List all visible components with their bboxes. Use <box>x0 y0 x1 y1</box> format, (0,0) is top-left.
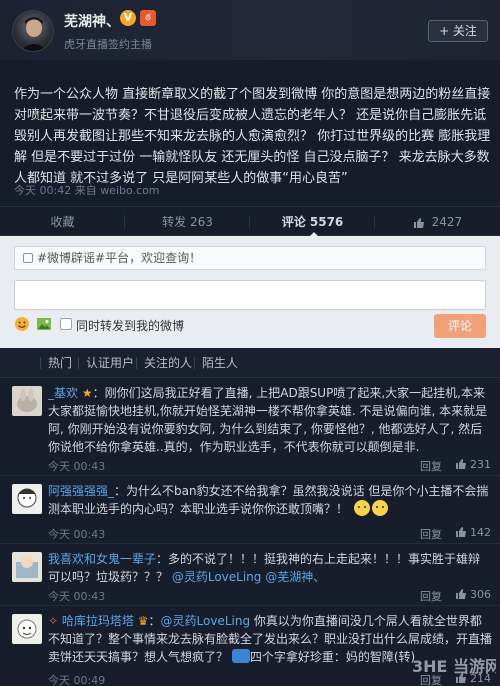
image-icon[interactable] <box>36 316 52 332</box>
thumbs-up-icon <box>456 459 466 469</box>
filter-hot[interactable]: 热门 <box>48 348 72 378</box>
post-meta: 今天 00:42 来自 weibo.com <box>14 184 160 197</box>
repost-checkbox-label: 同时转发到我的微博 <box>76 319 185 333</box>
favorite-button[interactable]: 收藏 <box>0 207 125 237</box>
emoji-icon <box>371 500 388 516</box>
commenter-avatar[interactable] <box>12 484 42 514</box>
comment-count-label: 评论 5576 <box>281 215 344 229</box>
thumbs-up-icon <box>456 527 466 537</box>
commenter-avatar[interactable] <box>12 614 42 644</box>
comment-time: 今天 00:43 <box>48 528 106 541</box>
like-count: 2427 <box>431 215 463 229</box>
member-badge-icon: ♛ <box>137 614 149 628</box>
repost-label: 转发 263 <box>162 215 213 229</box>
user-subtitle: 虎牙直播签约主播 <box>64 38 152 51</box>
mention-link[interactable]: @灵药LoveLing <box>172 570 262 584</box>
notice-icon <box>23 253 33 263</box>
commenter-name[interactable]: _基欢 <box>48 386 78 400</box>
comment-filter-tabs: 热门 认证用户 关注的人 陌生人 <box>0 348 500 378</box>
svg-text:3HE 当游网: 3HE 当游网 <box>412 657 496 676</box>
comment-item: 阿强强强强_：为什么不ban豹女还不给我拿？虽然我没说话 但是你个小主播不会揣测… <box>0 476 500 544</box>
repost-checkbox[interactable] <box>60 318 72 330</box>
comment-time: 今天 00:43 <box>48 590 106 603</box>
repost-button[interactable]: 转发 263 <box>125 207 250 237</box>
username[interactable]: 芜湖神、 <box>64 11 120 31</box>
mention-link[interactable]: @灵药LoveLing <box>161 614 251 628</box>
filter-following[interactable]: 关注的人 <box>144 348 192 378</box>
mention-link[interactable]: @芜湖神、 <box>265 570 325 584</box>
comment-like-count: 142 <box>470 526 491 539</box>
comment-text: ：为什么不ban豹女还不给我拿？虽然我没说话 但是你个小主播不会揣测本职业选手的… <box>48 484 489 516</box>
commenter-name[interactable]: 哈库拉玛塔塔 <box>62 614 134 628</box>
comment-like-count: 306 <box>470 588 491 601</box>
site-watermark: 3HE 当游网 <box>412 652 500 682</box>
comment-body: 阿强强强强_：为什么不ban豹女还不给我拿？虽然我没说话 但是你个小主播不会揣测… <box>48 482 492 518</box>
submit-comment-button[interactable]: 评论 <box>434 314 486 338</box>
commenter-avatar[interactable] <box>12 552 42 582</box>
comment-like-button[interactable]: 306 <box>455 588 491 601</box>
member-badge-icon: ★ <box>81 386 93 400</box>
like-button[interactable]: 2427 <box>375 207 500 237</box>
comment-text: ：刚你们这局我正好看了直播, 上把AD跟SUP喷了起来,大家一起挂机,本来大家都… <box>48 386 488 454</box>
commenter-name[interactable]: 阿强强强强_ <box>48 484 114 498</box>
comment-item: _基欢 ★：刚你们这局我正好看了直播, 上把AD跟SUP喷了起来,大家一起挂机,… <box>0 378 500 476</box>
thumbs-up-icon <box>413 217 424 228</box>
reply-button[interactable]: 回复 <box>420 588 442 604</box>
comment-like-count: 231 <box>470 458 491 471</box>
reply-button[interactable]: 回复 <box>420 526 442 542</box>
rumor-tip-banner[interactable]: #微博辟谣#平台，欢迎查询！ <box>14 246 486 270</box>
emoji-icon[interactable] <box>14 316 30 332</box>
comment-time: 今天 00:49 <box>48 674 106 686</box>
follow-button[interactable]: + 关注 <box>428 20 488 42</box>
user-avatar[interactable] <box>12 10 54 52</box>
comment-tab[interactable]: 评论 5576 <box>250 207 375 238</box>
verified-icon: V <box>120 10 136 26</box>
comment-body: _基欢 ★：刚你们这局我正好看了直播, 上把AD跟SUP喷了起来,大家一起挂机,… <box>48 384 492 456</box>
filter-strangers[interactable]: 陌生人 <box>202 348 238 378</box>
comment-body: 我喜欢和女鬼一辈子：多的不说了！！！挺我神的右上走起来！！！事实胜于雄辩可以吗？… <box>48 550 492 586</box>
comment-composer: #微博辟谣#平台，欢迎查询！ 同时转发到我的微博 评论 <box>0 236 500 348</box>
comment-input[interactable] <box>14 280 486 310</box>
favorite-label: 收藏 <box>50 215 75 229</box>
tip-text: #微博辟谣#平台，欢迎查询！ <box>37 251 202 265</box>
level-badge-icon: ఠ <box>140 10 156 26</box>
commenter-avatar[interactable] <box>12 386 42 416</box>
emoji-icon <box>353 500 370 516</box>
weibo-post: 作为一个公众人物 直接断章取义的截了个图发到微博 你的意图是想两边的粉丝直接对喷… <box>0 60 500 206</box>
doraemon-emoji-icon <box>231 649 250 663</box>
comment-like-button[interactable]: 231 <box>455 458 491 471</box>
filter-verified[interactable]: 认证用户 <box>86 348 134 378</box>
profile-header: 芜湖神、 V ఠ 虎牙直播签约主播 + 关注 <box>0 0 500 60</box>
thumbs-up-icon <box>456 589 466 599</box>
comment-like-button[interactable]: 142 <box>455 526 491 539</box>
reply-button[interactable]: 回复 <box>420 458 442 474</box>
member-icon: ✧ <box>48 614 59 628</box>
action-bar: 收藏 转发 263 评论 5576 2427 <box>0 206 500 238</box>
comment-item: 我喜欢和女鬼一辈子：多的不说了！！！挺我神的右上走起来！！！事实胜于雄辩可以吗？… <box>0 544 500 606</box>
post-text: 作为一个公众人物 直接断章取义的截了个图发到微博 你的意图是想两边的粉丝直接对喷… <box>14 87 491 186</box>
comment-quote: 四个字拿好珍重：妈的智障(转) <box>249 650 416 664</box>
comment-time: 今天 00:43 <box>48 460 106 473</box>
commenter-name[interactable]: 我喜欢和女鬼一辈子 <box>48 552 156 566</box>
